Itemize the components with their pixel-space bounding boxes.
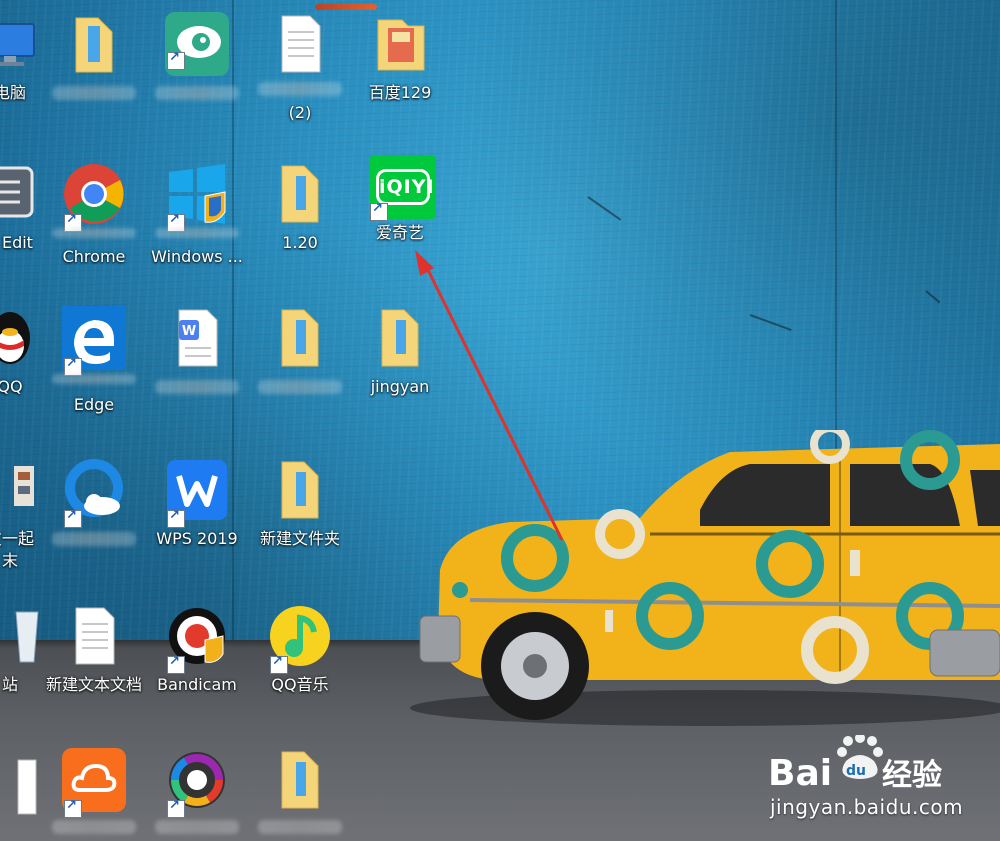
baidu-brand-text: Bai [768, 753, 832, 791]
baidu-brand-text-2: 经验 [882, 758, 942, 791]
baidu-du-text: du [846, 763, 866, 779]
red-pointer-arrow [415, 250, 564, 541]
desktop-background: 电脑 (2) 百度129 [0, 0, 1000, 841]
watermark-url: jingyan.baidu.com [770, 795, 964, 819]
baidu-watermark-logo: Bai 经验 du [768, 735, 942, 791]
